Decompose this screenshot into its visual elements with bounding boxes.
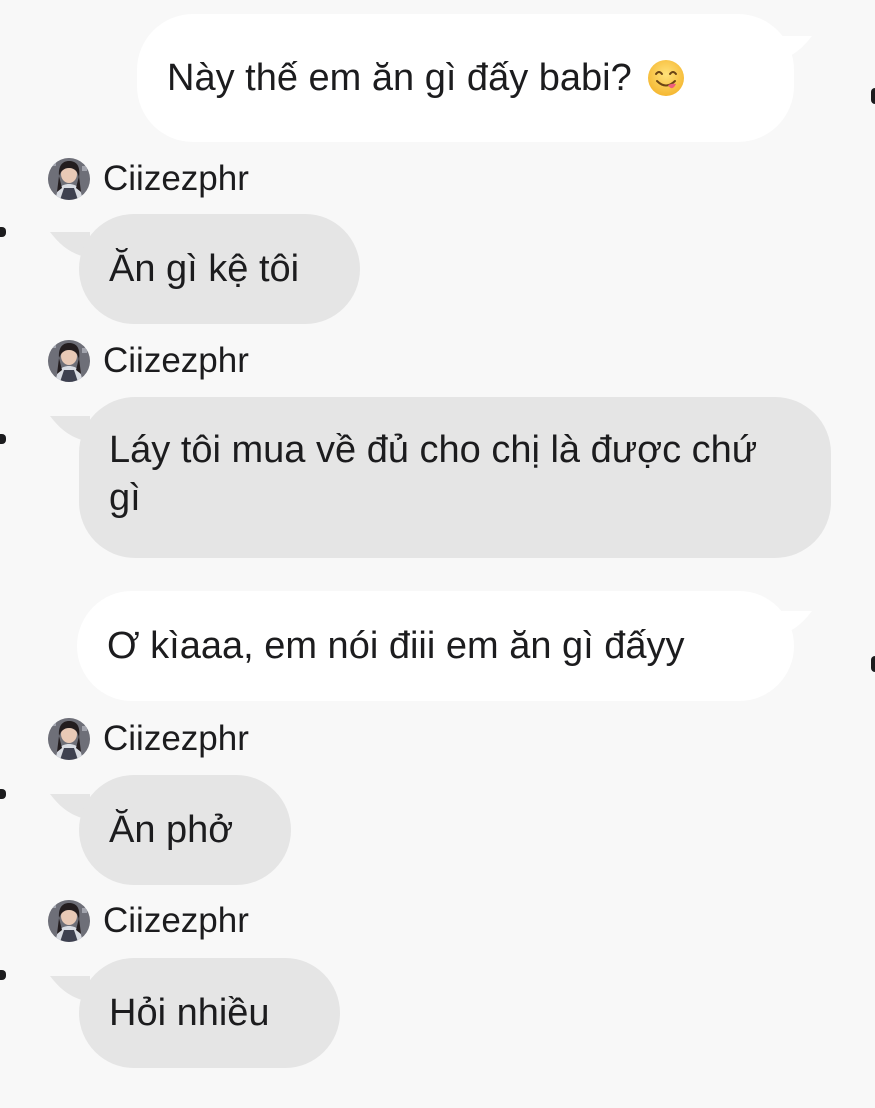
- read-indicator: [871, 656, 875, 672]
- bubble-tail: [772, 611, 812, 637]
- bubble-tail: [772, 36, 812, 62]
- face-savoring-food-emoji: [646, 58, 686, 98]
- incoming-message-bubble[interactable]: Ăn gì kệ tôi: [79, 214, 360, 324]
- message-marker: [0, 227, 6, 237]
- message-text: Ăn gì kệ tôi: [109, 248, 300, 290]
- avatar[interactable]: [48, 900, 90, 942]
- message-text: Hỏi nhiều: [109, 992, 270, 1034]
- chat-thread: Này thế em ăn gì đấy babi? Ciizezphr Ăn …: [0, 0, 875, 1108]
- sender-name: Ciizezphr: [103, 341, 249, 380]
- message-text: Ơ kìaaa, em nói điii em ăn gì đấyy: [107, 625, 685, 667]
- sender-name: Ciizezphr: [103, 159, 249, 198]
- message-text: Này thế em ăn gì đấy babi?: [167, 57, 632, 99]
- avatar[interactable]: [48, 340, 90, 382]
- message-text: Ăn phở: [109, 809, 234, 851]
- message-marker: [0, 789, 6, 799]
- incoming-message-bubble[interactable]: Hỏi nhiều: [79, 958, 340, 1068]
- sender-name: Ciizezphr: [103, 719, 249, 758]
- incoming-message-bubble[interactable]: Ăn phở: [79, 775, 291, 885]
- outgoing-message-bubble[interactable]: Này thế em ăn gì đấy babi?: [137, 14, 794, 142]
- sender-header: Ciizezphr: [48, 899, 249, 943]
- sender-header: Ciizezphr: [48, 157, 249, 201]
- sender-name: Ciizezphr: [103, 901, 249, 940]
- message-marker: [0, 434, 6, 444]
- sender-header: Ciizezphr: [48, 717, 249, 761]
- outgoing-message-bubble[interactable]: Ơ kìaaa, em nói điii em ăn gì đấyy: [77, 591, 794, 701]
- message-marker: [0, 970, 6, 980]
- message-text: Láy tôi mua về đủ cho chị là được chứ gì: [109, 429, 758, 519]
- avatar[interactable]: [48, 718, 90, 760]
- incoming-message-bubble[interactable]: Láy tôi mua về đủ cho chị là được chứ gì: [79, 397, 831, 558]
- sender-header: Ciizezphr: [48, 339, 249, 383]
- avatar[interactable]: [48, 158, 90, 200]
- read-indicator: [871, 88, 875, 104]
